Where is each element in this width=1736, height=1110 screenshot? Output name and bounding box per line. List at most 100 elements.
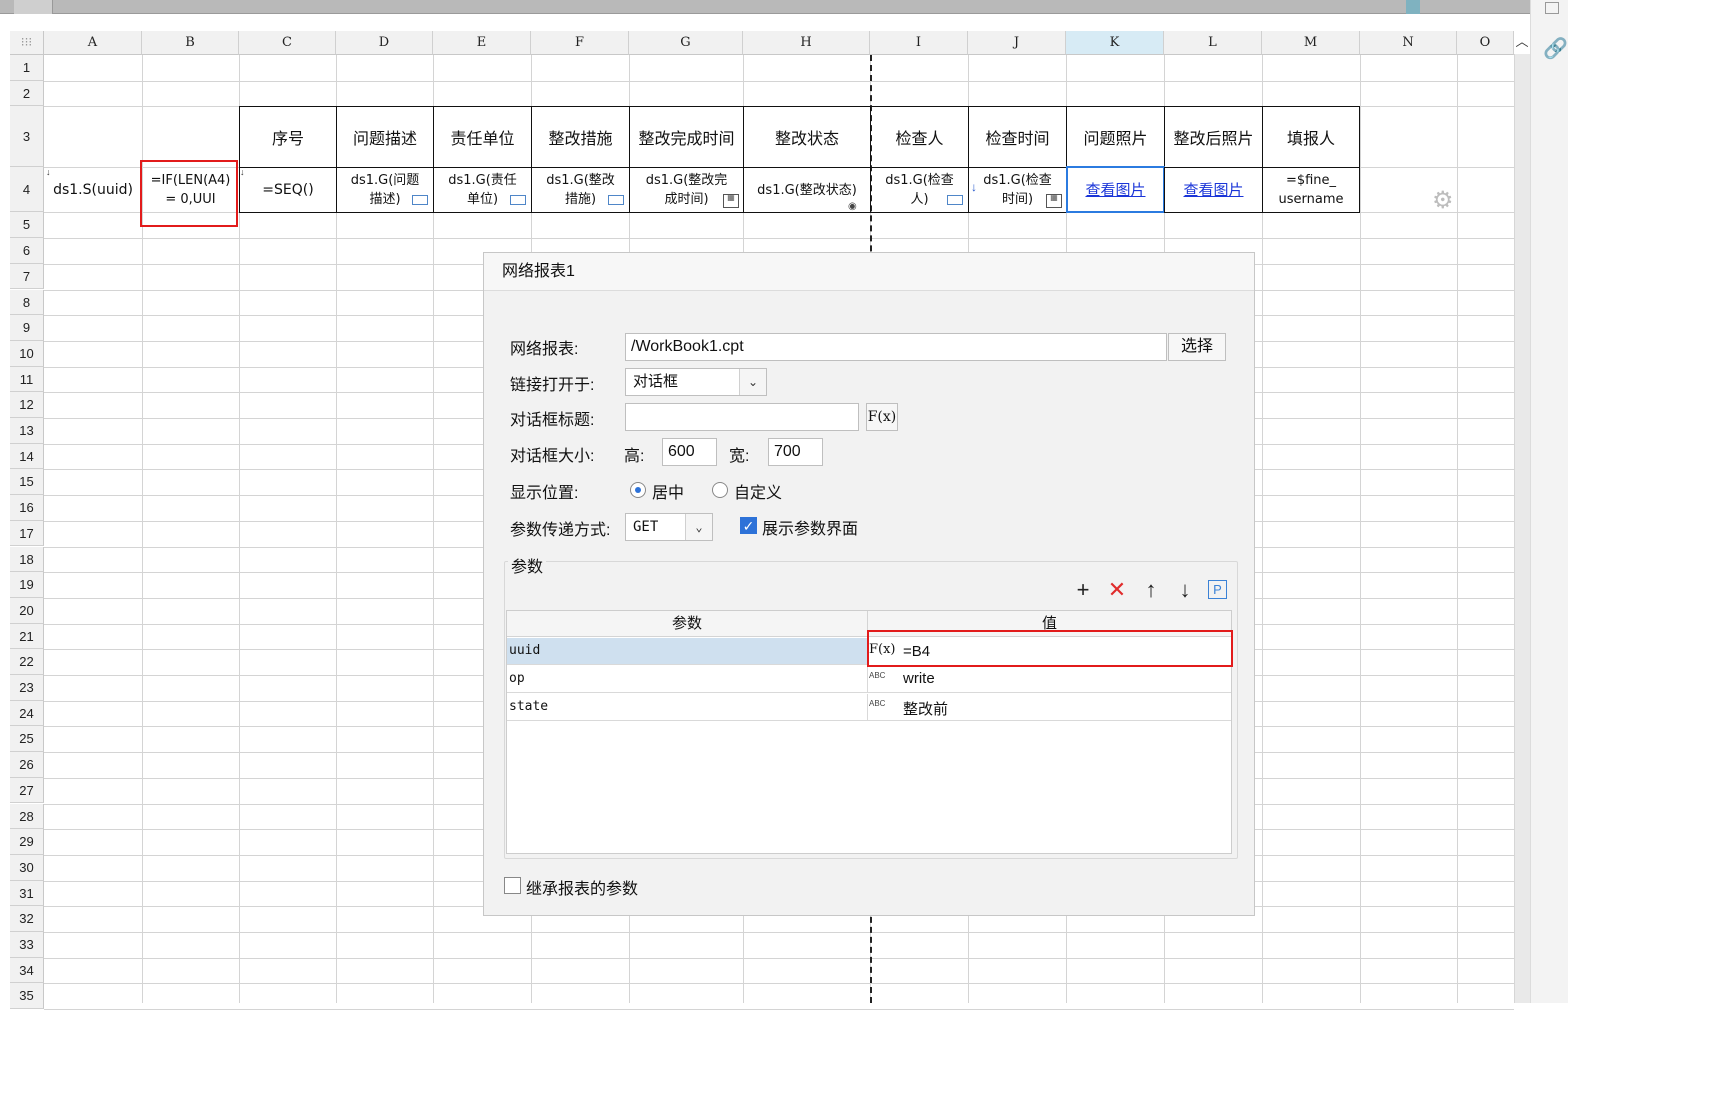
table-row[interactable]: op bbox=[507, 666, 868, 693]
gear-icon[interactable]: ⚙ bbox=[1432, 186, 1454, 215]
panel-icon[interactable] bbox=[1545, 2, 1559, 14]
table-row[interactable]: uuid bbox=[507, 638, 868, 665]
cell-d4[interactable]: ds1.G(问题 描述) bbox=[336, 167, 434, 213]
row-header-15[interactable]: 15 bbox=[10, 469, 44, 496]
row-header-17[interactable]: 17 bbox=[10, 520, 44, 547]
string-type-icon[interactable]: ABC bbox=[869, 671, 899, 693]
hyperlink-icon[interactable]: 🔗 bbox=[1543, 38, 1568, 60]
width-input[interactable]: 700 bbox=[768, 438, 823, 466]
row-header-25[interactable]: 25 bbox=[10, 726, 44, 753]
cell-g3[interactable]: 整改完成时间 bbox=[629, 106, 744, 168]
move-up-icon[interactable]: ↑ bbox=[1140, 579, 1162, 601]
row-header-31[interactable]: 31 bbox=[10, 880, 44, 907]
row-header-28[interactable]: 28 bbox=[10, 803, 44, 830]
table-row[interactable]: state bbox=[507, 694, 868, 721]
row-header-29[interactable]: 29 bbox=[10, 829, 44, 855]
column-header-a[interactable]: A bbox=[44, 31, 142, 55]
column-header-n[interactable]: N bbox=[1360, 31, 1457, 55]
row-header-21[interactable]: 21 bbox=[10, 623, 44, 650]
dialog-title-input[interactable] bbox=[625, 403, 859, 431]
column-header-d[interactable]: D bbox=[336, 31, 433, 55]
row-header-8[interactable]: 8 bbox=[10, 289, 44, 316]
cell-l3[interactable]: 整改后照片 bbox=[1164, 106, 1263, 168]
column-header-f[interactable]: F bbox=[531, 31, 629, 55]
cell-k3[interactable]: 问题照片 bbox=[1066, 106, 1165, 168]
move-down-icon[interactable]: ↓ bbox=[1174, 579, 1196, 601]
column-header-j[interactable]: J bbox=[968, 31, 1066, 55]
row-header-27[interactable]: 27 bbox=[10, 777, 44, 804]
row-header-9[interactable]: 9 bbox=[10, 315, 44, 341]
column-header-l[interactable]: L bbox=[1164, 31, 1262, 55]
column-header-e[interactable]: E bbox=[433, 31, 531, 55]
param-method-select[interactable]: GET ⌄ bbox=[625, 513, 713, 541]
scroll-thumb[interactable] bbox=[1406, 0, 1420, 14]
row-header-26[interactable]: 26 bbox=[10, 752, 44, 778]
formula-button[interactable]: F(x) bbox=[866, 403, 898, 431]
row-header-14[interactable]: 14 bbox=[10, 443, 44, 470]
column-header-m[interactable]: M bbox=[1262, 31, 1360, 55]
show-param-ui-checkbox[interactable]: ✓ bbox=[740, 517, 757, 534]
column-header-b[interactable]: B bbox=[142, 31, 239, 55]
row-header-7[interactable]: 7 bbox=[10, 263, 44, 290]
param-value[interactable]: write bbox=[903, 670, 935, 687]
horizontal-scrollbar[interactable] bbox=[0, 0, 1530, 14]
position-custom-radio[interactable] bbox=[712, 482, 728, 498]
height-input[interactable]: 600 bbox=[662, 438, 717, 466]
row-header-18[interactable]: 18 bbox=[10, 546, 44, 573]
row-header-19[interactable]: 19 bbox=[10, 572, 44, 598]
position-center-radio[interactable] bbox=[630, 482, 646, 498]
row-header-3[interactable]: 3 bbox=[10, 106, 44, 168]
chevron-up-icon[interactable]: ︿ bbox=[1514, 31, 1530, 53]
delete-icon[interactable]: ✕ bbox=[1106, 579, 1128, 601]
row-header-13[interactable]: 13 bbox=[10, 418, 44, 444]
cell-f4[interactable]: ds1.G(整改 措施) bbox=[531, 167, 630, 213]
row-header-1[interactable]: 1 bbox=[10, 55, 44, 81]
column-header-i[interactable]: I bbox=[870, 31, 968, 55]
report-path-input[interactable]: /WorkBook1.cpt bbox=[625, 333, 1167, 361]
row-header-5[interactable]: 5 bbox=[10, 212, 44, 239]
cell-e4[interactable]: ds1.G(责任 单位) bbox=[433, 167, 532, 213]
row-header-16[interactable]: 16 bbox=[10, 495, 44, 521]
cell-j3[interactable]: 检查时间 bbox=[968, 106, 1067, 168]
scroll-left-segment[interactable] bbox=[14, 0, 53, 14]
cell-l4[interactable]: 查看图片 bbox=[1164, 167, 1263, 213]
cell-e3[interactable]: 责任单位 bbox=[433, 106, 532, 168]
row-header-4[interactable]: 4 bbox=[10, 167, 44, 213]
column-header-h[interactable]: H bbox=[743, 31, 870, 55]
open-in-select[interactable]: 对话框 ⌄ bbox=[625, 368, 767, 396]
row-header-11[interactable]: 11 bbox=[10, 366, 44, 393]
cell-i3[interactable]: 检查人 bbox=[870, 106, 969, 168]
column-header-c[interactable]: C bbox=[239, 31, 336, 55]
view-after-image-link[interactable]: 查看图片 bbox=[1183, 181, 1243, 200]
cell-a4[interactable]: ds1.S(uuid) bbox=[44, 168, 142, 213]
cell-c3[interactable]: 序号 bbox=[239, 106, 337, 168]
select-button[interactable]: 选择 bbox=[1168, 333, 1226, 361]
cell-d3[interactable]: 问题描述 bbox=[336, 106, 434, 168]
cell-h3[interactable]: 整改状态 bbox=[743, 106, 871, 168]
row-header-30[interactable]: 30 bbox=[10, 854, 44, 881]
row-header-23[interactable]: 23 bbox=[10, 675, 44, 701]
chevron-down-icon[interactable]: ⌄ bbox=[739, 369, 766, 395]
row-header-34[interactable]: 34 bbox=[10, 957, 44, 984]
param-value[interactable]: 整改前 bbox=[903, 698, 948, 719]
row-header-2[interactable]: 2 bbox=[10, 80, 44, 107]
cell-m3[interactable]: 填报人 bbox=[1262, 106, 1360, 168]
column-header-o[interactable]: O bbox=[1457, 31, 1514, 55]
row-header-24[interactable]: 24 bbox=[10, 700, 44, 727]
row-header-33[interactable]: 33 bbox=[10, 932, 44, 958]
vertical-scrollbar[interactable] bbox=[1514, 54, 1530, 1003]
chevron-down-icon[interactable]: ⌄ bbox=[685, 514, 712, 540]
inherit-params-checkbox[interactable] bbox=[504, 877, 521, 894]
add-icon[interactable]: + bbox=[1072, 579, 1094, 601]
row-header-20[interactable]: 20 bbox=[10, 597, 44, 624]
cell-f3[interactable]: 整改措施 bbox=[531, 106, 630, 168]
row-header-6[interactable]: 6 bbox=[10, 238, 44, 264]
column-header-k[interactable]: K bbox=[1066, 31, 1164, 55]
column-header-g[interactable]: G bbox=[629, 31, 743, 55]
row-header-10[interactable]: 10 bbox=[10, 340, 44, 367]
string-type-icon[interactable]: ABC bbox=[869, 699, 899, 721]
row-header-12[interactable]: 12 bbox=[10, 392, 44, 418]
select-all-corner[interactable]: ⁝⁝⁝ bbox=[10, 31, 44, 55]
row-header-35[interactable]: 35 bbox=[10, 983, 44, 1010]
row-header-32[interactable]: 32 bbox=[10, 906, 44, 932]
